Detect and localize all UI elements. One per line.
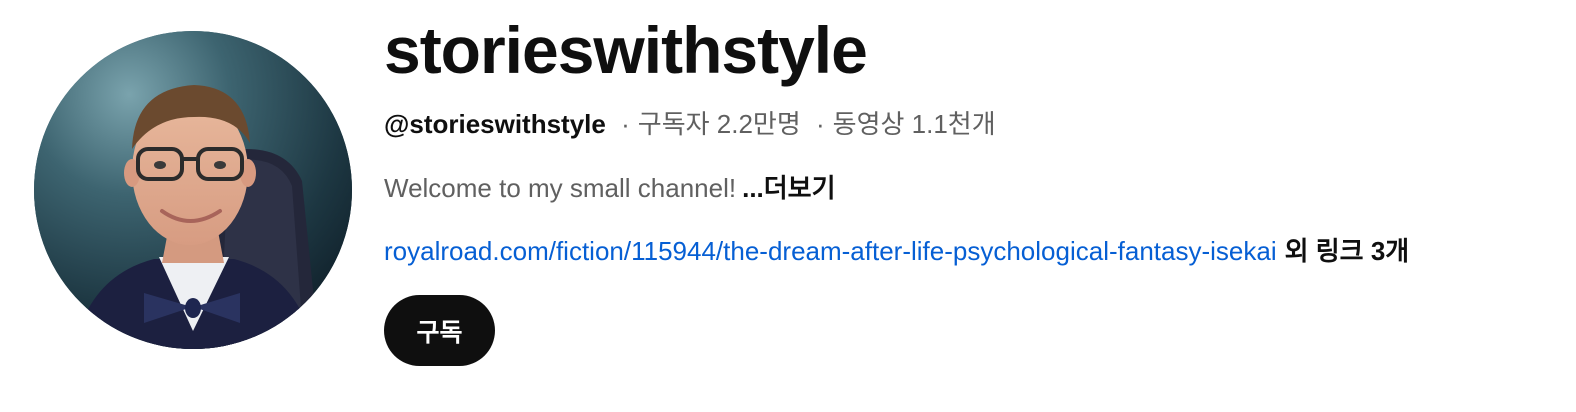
more-links-button[interactable]: 외 링크 3개 — [1285, 236, 1410, 266]
subscriber-count: 구독자 2.2만명 — [637, 109, 801, 139]
more-description-button[interactable]: ...더보기 — [742, 173, 835, 203]
channel-links: royalroad.com/fiction/115944/the-dream-a… — [384, 234, 1409, 268]
channel-description[interactable]: Welcome to my small channel! ...더보기 — [384, 171, 836, 205]
channel-title: storieswithstyle — [384, 13, 868, 87]
description-text: Welcome to my small channel! — [384, 173, 737, 203]
channel-link[interactable]: royalroad.com/fiction/115944/the-dream-a… — [384, 236, 1277, 266]
avatar-portrait-icon — [34, 31, 352, 349]
channel-avatar[interactable] — [34, 31, 352, 349]
video-count: 동영상 1.1천개 — [832, 109, 996, 139]
channel-header: storieswithstyle @storieswithstyle · 구독자 … — [0, 0, 1576, 412]
subscribe-button[interactable]: 구독 — [384, 295, 495, 366]
meta-separator: · — [621, 109, 630, 139]
meta-separator: · — [815, 109, 825, 139]
channel-handle[interactable]: @storieswithstyle — [384, 109, 606, 139]
channel-meta: @storieswithstyle · 구독자 2.2만명 · 동영상 1.1천개 — [384, 107, 996, 141]
